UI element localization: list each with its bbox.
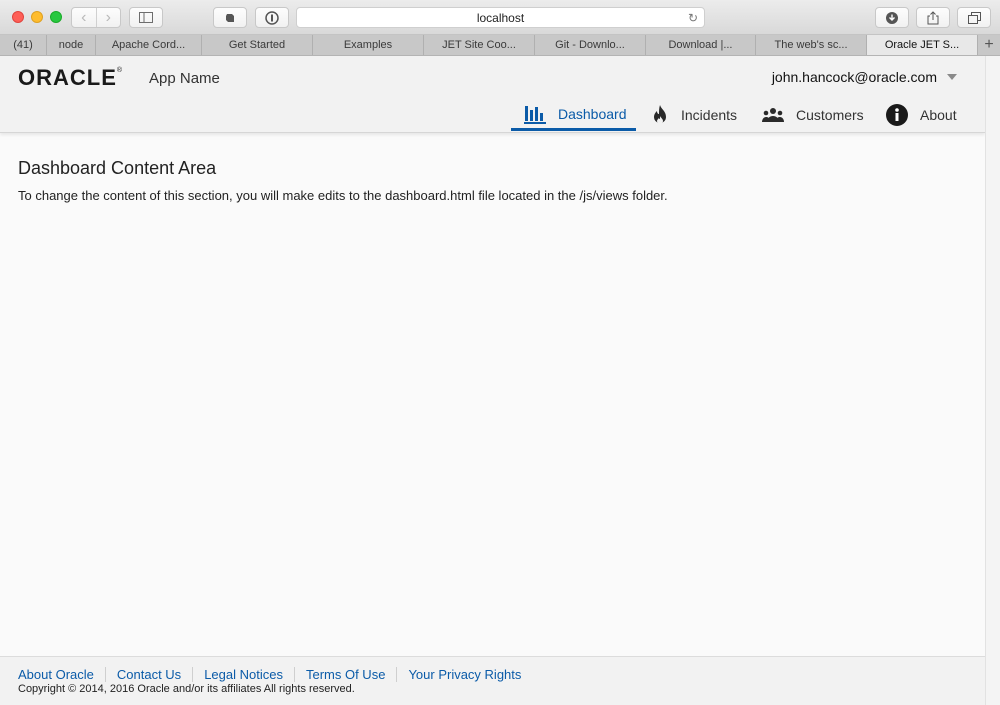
tab-bar: (41) node Apache Cord... Get Started Exa… xyxy=(0,35,1000,56)
nav-about[interactable]: About xyxy=(886,99,957,131)
footer: About Oracle Contact Us Legal Notices Te… xyxy=(0,656,985,705)
footer-link-privacy-rights[interactable]: Your Privacy Rights xyxy=(396,667,532,682)
sidebar-toggle-button[interactable] xyxy=(129,7,163,28)
nav-label: About xyxy=(920,107,957,123)
app-header: ORACLE® App Name john.hancock@oracle.com… xyxy=(0,56,985,133)
chevron-down-icon xyxy=(947,74,957,80)
nav-label: Incidents xyxy=(681,107,738,123)
browser-tab[interactable]: (41) xyxy=(0,35,47,55)
user-menu[interactable]: john.hancock@oracle.com xyxy=(772,69,957,85)
browser-tab[interactable]: node xyxy=(47,35,96,55)
address-bar[interactable]: localhost ↻ xyxy=(296,7,705,28)
footer-link-contact-us[interactable]: Contact Us xyxy=(104,667,192,682)
reload-icon[interactable]: ↻ xyxy=(688,11,698,25)
forward-icon[interactable]: › xyxy=(97,8,121,27)
browser-tab[interactable]: Examples xyxy=(313,35,424,55)
tab-overview-button[interactable] xyxy=(957,7,991,28)
nav-incidents[interactable]: Incidents xyxy=(651,99,737,131)
page-title: Dashboard Content Area xyxy=(18,158,217,178)
share-button[interactable] xyxy=(916,7,950,28)
zoom-window-button[interactable] xyxy=(50,11,62,23)
oracle-logo: ORACLE® xyxy=(18,65,124,90)
fire-icon xyxy=(651,104,669,126)
browser-tab[interactable]: Download |... xyxy=(646,35,756,55)
people-icon xyxy=(762,107,784,123)
new-tab-icon[interactable]: + xyxy=(978,35,1000,55)
close-window-button[interactable] xyxy=(12,11,24,23)
footer-link-about-oracle[interactable]: About Oracle xyxy=(18,667,105,682)
browser-tab-active[interactable]: Oracle JET S... xyxy=(867,35,978,55)
download-icon xyxy=(886,11,898,24)
share-icon xyxy=(927,10,939,24)
footer-link-legal-notices[interactable]: Legal Notices xyxy=(192,667,294,682)
sidebar-icon xyxy=(139,12,153,23)
browser-tab[interactable]: JET Site Coo... xyxy=(424,35,535,55)
evernote-extension-button[interactable] xyxy=(213,7,247,28)
elephant-icon xyxy=(226,13,234,22)
copyright: Copyright © 2014, 2016 Oracle and/or its… xyxy=(18,683,355,695)
bar-chart-icon xyxy=(524,104,546,124)
app-name: App Name xyxy=(149,70,220,87)
minimize-window-button[interactable] xyxy=(31,11,43,23)
user-email: john.hancock@oracle.com xyxy=(771,69,937,85)
browser-tab[interactable]: Get Started xyxy=(202,35,313,55)
url-text: localhost xyxy=(476,10,525,25)
content-description: To change the content of this section, y… xyxy=(18,188,668,203)
key-circle-icon xyxy=(265,10,279,25)
nav-dashboard[interactable]: Dashboard xyxy=(511,99,636,131)
browser-toolbar: ‹ › localhost ↻ xyxy=(0,0,1000,35)
nav-label: Dashboard xyxy=(558,105,627,122)
back-icon[interactable]: ‹ xyxy=(72,8,97,27)
main-content: Dashboard Content Area To change the con… xyxy=(18,158,978,203)
password-extension-button[interactable] xyxy=(255,7,289,28)
page-scrollbar[interactable] xyxy=(985,56,1000,705)
footer-link-terms-of-use[interactable]: Terms Of Use xyxy=(293,667,396,682)
browser-tab[interactable]: Git - Downlo... xyxy=(535,35,646,55)
browser-tab[interactable]: The web's sc... xyxy=(756,35,867,55)
history-nav: ‹ › xyxy=(71,7,121,28)
nav-label: Customers xyxy=(796,107,864,123)
downloads-button[interactable] xyxy=(875,7,909,28)
info-icon xyxy=(886,104,908,126)
nav-customers[interactable]: Customers xyxy=(762,99,864,131)
tabs-icon xyxy=(967,11,981,24)
footer-links: About Oracle Contact Us Legal Notices Te… xyxy=(18,667,532,682)
browser-tab[interactable]: Apache Cord... xyxy=(96,35,202,55)
